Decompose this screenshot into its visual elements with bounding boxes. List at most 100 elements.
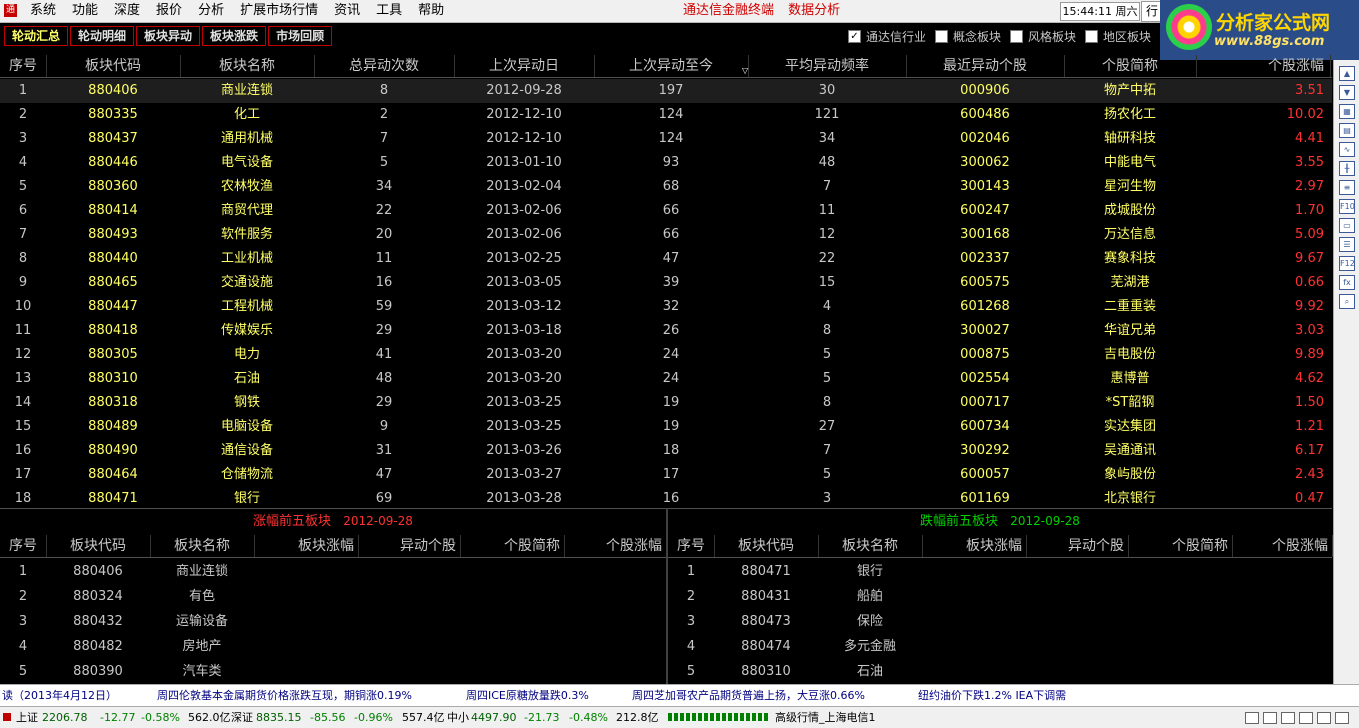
col-header[interactable]: 上次异动日 (454, 55, 595, 77)
table-row[interactable]: 17 880464 仓储物流 47 2013-03-27 17 5 600057 象屿股份 2.4… (0, 463, 1332, 487)
bottom5-col-header[interactable]: 个股简称 (1128, 535, 1233, 557)
table-row[interactable]: 16 880490 通信设备 31 2013-03-26 18 7 300292 吴通通讯 6.1… (0, 439, 1332, 463)
bottom5-col-header[interactable]: 异动个股 (1026, 535, 1129, 557)
list-icon[interactable]: ☰ (1339, 237, 1355, 252)
tab-5[interactable]: 市场回顾 (268, 26, 333, 46)
table-row[interactable]: 3 880437 通用机械 7 2012-12-10 124 34 002046 轴研科技 4.4… (0, 127, 1332, 151)
menu-item[interactable]: 帮助 (410, 0, 452, 22)
filter-checkbox[interactable] (1085, 30, 1099, 43)
settings-icon[interactable] (1335, 712, 1349, 724)
ticker-item[interactable]: 读（2013年4月12日） (2, 685, 117, 707)
filter-option[interactable]: 概念板块 (935, 28, 1001, 45)
f12-icon[interactable]: F12 (1339, 256, 1355, 271)
top5-col-header[interactable]: 板块代码 (46, 535, 151, 557)
server-status[interactable]: 高级行情_上海电信1 (775, 707, 876, 728)
filter-checkbox[interactable] (935, 30, 949, 43)
ticker-item[interactable]: 周四芝加哥农产品期货普遍上扬，大豆涨0.66% (632, 685, 865, 707)
top5-col-header[interactable]: 个股简称 (460, 535, 565, 557)
bottom5-col-header[interactable]: 板块涨幅 (922, 535, 1027, 557)
menu-item[interactable]: 资讯 (326, 0, 368, 22)
bottom5-col-header[interactable]: 个股涨幅 (1232, 535, 1333, 557)
top5-row[interactable]: 2 880324 有色 (0, 584, 666, 609)
sort-desc-icon[interactable]: ▽ (742, 66, 748, 75)
menu-item[interactable]: 工具 (368, 0, 410, 22)
bottom5-row[interactable]: 4 880474 多元金融 (668, 634, 1332, 659)
table-row[interactable]: 11 880418 传媒娱乐 29 2013-03-18 26 8 300027 华谊兄弟 3.0… (0, 319, 1332, 343)
bottom5-row[interactable]: 2 880431 船舶 (668, 584, 1332, 609)
table-row[interactable]: 14 880318 钢铁 29 2013-03-25 19 8 000717 *ST韶钢 1.50 (0, 391, 1332, 415)
tab-1[interactable]: 轮动汇总 (4, 26, 69, 46)
bottom5-col-header[interactable]: 板块代码 (714, 535, 819, 557)
document-icon[interactable]: ▭ (1339, 218, 1355, 233)
filter-checkbox[interactable] (1010, 30, 1024, 43)
arrow-down-icon[interactable]: ▼ (1339, 85, 1355, 100)
search-icon[interactable]: ⌕ (1339, 294, 1355, 309)
report-icon[interactable]: ≡ (1339, 180, 1355, 195)
bottom5-row[interactable]: 5 880310 石油 (668, 659, 1332, 684)
table-icon[interactable]: ▤ (1339, 123, 1355, 138)
filter-option[interactable]: 风格板块 (1010, 28, 1076, 45)
bottom5-row[interactable]: 1 880471 银行 (668, 559, 1332, 584)
col-header[interactable]: 序号 (0, 55, 47, 77)
top5-row[interactable]: 3 880432 运输设备 (0, 609, 666, 634)
table-row[interactable]: 5 880360 农林牧渔 34 2013-02-04 68 7 300143 星河生物 2.97 (0, 175, 1332, 199)
col-header[interactable]: 个股简称 (1064, 55, 1197, 77)
top5-col-header[interactable]: 异动个股 (358, 535, 461, 557)
formula-icon[interactable]: fx (1339, 275, 1355, 290)
top5-col-header[interactable]: 个股涨幅 (564, 535, 667, 557)
table-row[interactable]: 6 880414 商贸代理 22 2013-02-06 66 11 600247 成城股份 1.7… (0, 199, 1332, 223)
f10-icon[interactable]: F10 (1339, 199, 1355, 214)
menu-item[interactable]: 功能 (64, 0, 106, 22)
tab-4[interactable]: 板块涨跌 (202, 26, 267, 46)
app-icon[interactable]: 通 (4, 4, 17, 17)
table-row[interactable]: 10 880447 工程机械 59 2013-03-12 32 4 601268 二重重装 9.9… (0, 295, 1332, 319)
col-header[interactable]: 个股涨幅 (1196, 55, 1331, 77)
sh-label[interactable]: 上证 (16, 707, 38, 728)
mail-icon[interactable] (1245, 712, 1259, 724)
table-row[interactable]: 12 880305 电力 41 2013-03-20 24 5 000875 吉电股份 9.89 (0, 343, 1332, 367)
top5-col-header[interactable]: 序号 (0, 535, 47, 557)
bottom5-row[interactable]: 3 880473 保险 (668, 609, 1332, 634)
ticker-item[interactable]: 纽约油价下跌1.2% IEA下调需 (918, 685, 1066, 707)
table-row[interactable]: 7 880493 软件服务 20 2013-02-06 66 12 300168 万达信息 5.0… (0, 223, 1332, 247)
tool-icon[interactable] (1317, 712, 1331, 724)
filter-option[interactable]: 地区板块 (1085, 28, 1151, 45)
top5-row[interactable]: 5 880390 汽车类 (0, 659, 666, 684)
col-header[interactable]: 平均异动频率 (748, 55, 907, 77)
bottom5-col-header[interactable]: 序号 (668, 535, 715, 557)
menu-item[interactable]: 扩展市场行情 (232, 0, 326, 22)
col-header[interactable]: 最近异动个股 (906, 55, 1065, 77)
message-icon[interactable] (1263, 712, 1277, 724)
menu-item[interactable]: 深度 (106, 0, 148, 22)
table-row[interactable]: 15 880489 电脑设备 9 2013-03-25 19 27 600734 实达集团 1.2… (0, 415, 1332, 439)
ticker-item[interactable]: 周四ICE原糖放量跌0.3% (466, 685, 589, 707)
tab-3[interactable]: 板块异动 (136, 26, 201, 46)
menu-item[interactable]: 报价 (148, 0, 190, 22)
panel-divider[interactable] (666, 508, 668, 684)
tab-2[interactable]: 轮动明细 (70, 26, 135, 46)
table-row[interactable]: 2 880335 化工 2 2012-12-10 124 121 600486 扬农化工 10.0… (0, 103, 1332, 127)
table-row[interactable]: 9 880465 交通设施 16 2013-03-05 39 15 600575 芜湖港 0.66 (0, 271, 1332, 295)
user-icon[interactable] (1299, 712, 1313, 724)
col-header[interactable]: 板块名称 (180, 55, 315, 77)
col-header[interactable]: 总异动次数 (314, 55, 455, 77)
table-row[interactable]: 1 880406 商业连锁 8 2012-09-28 197 30 000906 物产中拓 3.5… (0, 79, 1332, 103)
table-row[interactable]: 4 880446 电气设备 5 2013-01-10 93 48 300062 中能电气 3.55 (0, 151, 1332, 175)
table-row[interactable]: 8 880440 工业机械 11 2013-02-25 47 22 002337 赛象科技 9.6… (0, 247, 1332, 271)
grid-icon[interactable]: ▦ (1339, 104, 1355, 119)
col-header[interactable]: 上次异动至今 (594, 55, 749, 77)
menu-item[interactable]: 分析 (190, 0, 232, 22)
top5-col-header[interactable]: 板块名称 (150, 535, 255, 557)
brand-data-analysis[interactable]: 数据分析 (788, 3, 840, 18)
window-icon[interactable] (1281, 712, 1295, 724)
top5-col-header[interactable]: 板块涨幅 (254, 535, 359, 557)
table-row[interactable]: 13 880310 石油 48 2013-03-20 24 5 002554 惠博普 4.62 (0, 367, 1332, 391)
candle-chart-icon[interactable]: ╫ (1339, 161, 1355, 176)
filter-checkbox[interactable]: ✓ (848, 30, 861, 43)
top5-row[interactable]: 1 880406 商业连锁 (0, 559, 666, 584)
bottom5-col-header[interactable]: 板块名称 (818, 535, 923, 557)
top5-row[interactable]: 4 880482 房地产 (0, 634, 666, 659)
menu-item[interactable]: 系统 (22, 0, 64, 22)
sz-label[interactable]: 深证 (231, 707, 253, 728)
zx-label[interactable]: 中小 (447, 707, 469, 728)
